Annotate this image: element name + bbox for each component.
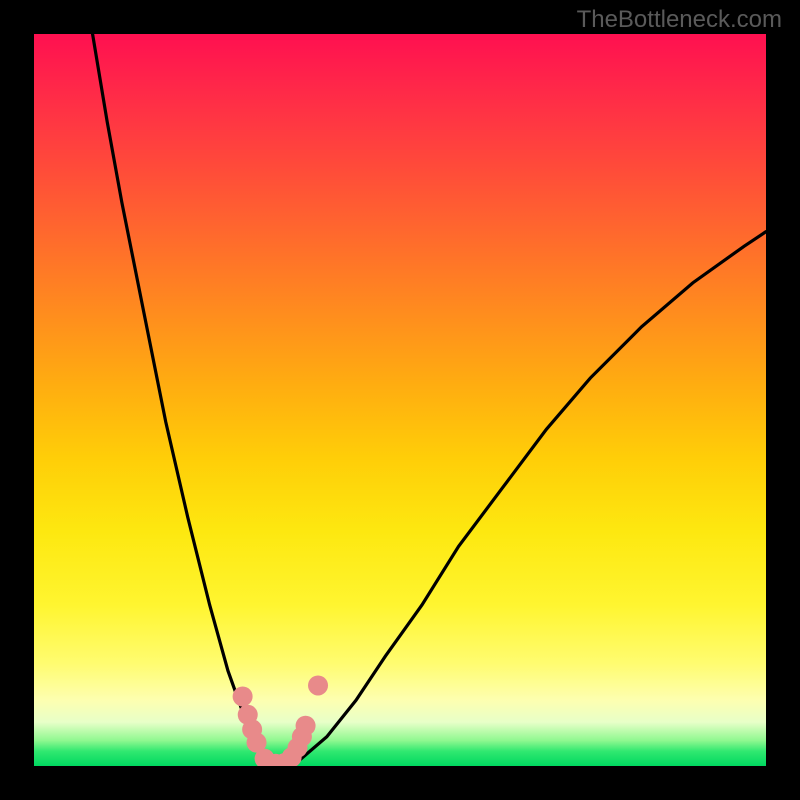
- curve-line: [93, 34, 766, 766]
- data-marker: [296, 716, 316, 736]
- bottleneck-chart: [34, 34, 766, 766]
- data-markers: [233, 675, 328, 766]
- data-marker: [308, 675, 328, 695]
- data-marker: [233, 686, 253, 706]
- attribution-label: TheBottleneck.com: [577, 6, 782, 34]
